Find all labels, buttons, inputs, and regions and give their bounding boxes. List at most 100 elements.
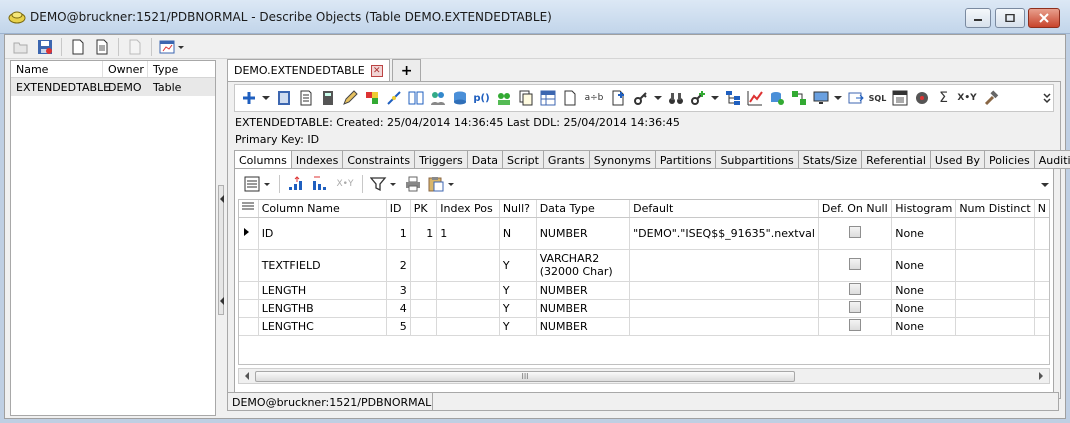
cell-n[interactable]: [1034, 281, 1049, 300]
tab-columns[interactable]: Columns: [234, 150, 292, 170]
cell-index-pos[interactable]: 1: [436, 217, 500, 250]
cell-index-pos[interactable]: [436, 299, 500, 318]
cell-default[interactable]: [629, 299, 819, 318]
cell-histogram[interactable]: None: [891, 217, 957, 250]
cell-n[interactable]: [1034, 317, 1049, 336]
cell-default[interactable]: [629, 249, 819, 282]
cell-id[interactable]: 2: [386, 249, 411, 282]
tab-indexes[interactable]: Indexes: [291, 150, 344, 169]
cell-def-on-null[interactable]: [818, 299, 893, 318]
copy-button[interactable]: [516, 89, 535, 108]
cell-id[interactable]: 5: [386, 317, 411, 336]
cell-null[interactable]: N: [499, 217, 537, 250]
column-header-def-on-null[interactable]: Def. On Null: [818, 200, 893, 218]
cell-histogram[interactable]: None: [891, 281, 957, 300]
tree-button[interactable]: [723, 89, 742, 108]
cell-id[interactable]: 1: [386, 217, 411, 250]
chart-button[interactable]: [745, 89, 764, 108]
schema-button[interactable]: [789, 89, 808, 108]
tab-subpartitions[interactable]: Subpartitions: [716, 150, 799, 169]
key-button[interactable]: [631, 89, 650, 108]
tab-script[interactable]: Script: [503, 150, 544, 169]
script-button[interactable]: [296, 89, 315, 108]
group-button[interactable]: [494, 89, 513, 108]
hammer-button[interactable]: [981, 89, 1000, 108]
cell-pk[interactable]: [410, 299, 438, 318]
cell-pk[interactable]: [410, 249, 438, 282]
maximize-button[interactable]: [995, 8, 1025, 28]
cell-default[interactable]: [629, 281, 819, 300]
close-tab-icon[interactable]: ✕: [370, 64, 383, 77]
db-link-button[interactable]: [767, 89, 786, 108]
cell-num-distinct[interactable]: [955, 317, 1035, 336]
cell-pk[interactable]: [410, 317, 438, 336]
panel-splitter[interactable]: [217, 60, 225, 416]
cell-def-on-null[interactable]: [818, 249, 893, 282]
table-row[interactable]: LENGTHB 4 Y NUMBER None: [239, 299, 1049, 318]
cell-column-name[interactable]: LENGTHC: [258, 317, 387, 336]
tools-button[interactable]: [362, 89, 381, 108]
def-on-null-checkbox[interactable]: [849, 300, 862, 313]
grid-options-button[interactable]: [243, 174, 273, 194]
horizontal-scrollbar[interactable]: III: [238, 368, 1050, 384]
table-row[interactable]: TEXTFIELD 2 Y VARCHAR2 (32000 Char) None: [239, 249, 1049, 282]
cell-n[interactable]: [1034, 299, 1049, 318]
tab-constraints[interactable]: Constraints: [343, 150, 416, 169]
window-button[interactable]: [890, 89, 909, 108]
cell-index-pos[interactable]: [436, 249, 500, 282]
cell-id[interactable]: 4: [386, 299, 411, 318]
cell-def-on-null[interactable]: [818, 281, 893, 300]
table-row[interactable]: LENGTHC 5 Y NUMBER None: [239, 317, 1049, 336]
new-document-button[interactable]: [68, 37, 88, 57]
cell-num-distinct[interactable]: [955, 281, 1035, 300]
cell-data-type[interactable]: NUMBER: [536, 317, 631, 336]
link-button[interactable]: [384, 89, 403, 108]
cell-num-distinct[interactable]: [955, 249, 1035, 282]
cell-null[interactable]: Y: [499, 281, 537, 300]
def-on-null-checkbox[interactable]: [849, 257, 862, 270]
column-header-num-distinct[interactable]: Num Distinct: [955, 200, 1035, 218]
cell-n[interactable]: [1034, 217, 1049, 250]
grid-corner[interactable]: [239, 200, 259, 218]
column-header-name[interactable]: Name: [11, 61, 103, 77]
tab-auditing[interactable]: Auditing: [1034, 150, 1070, 169]
export-grid-button[interactable]: [427, 174, 457, 194]
cell-histogram[interactable]: None: [891, 317, 957, 336]
sort-descending-button[interactable]: [310, 174, 330, 194]
column-header-column-name[interactable]: Column Name: [258, 200, 387, 218]
add-button[interactable]: [239, 89, 258, 108]
cell-column-name[interactable]: ID: [258, 217, 387, 250]
sum-button[interactable]: Σ: [934, 89, 953, 108]
cell-column-name[interactable]: TEXTFIELD: [258, 249, 387, 282]
column-header-index-pos[interactable]: Index Pos: [436, 200, 500, 218]
tab-triggers[interactable]: Triggers: [415, 150, 468, 169]
procedure-button[interactable]: p(): [472, 89, 491, 108]
column-header-id[interactable]: ID: [386, 200, 411, 218]
cell-histogram[interactable]: None: [891, 249, 957, 282]
cell-null[interactable]: Y: [499, 249, 537, 282]
row-indicator[interactable]: [239, 281, 259, 300]
cell-n[interactable]: [1034, 249, 1049, 282]
cell-pk[interactable]: [410, 281, 438, 300]
cell-data-type[interactable]: NUMBER: [536, 299, 631, 318]
key-add-dropdown[interactable]: [710, 89, 720, 108]
xy-disabled-button[interactable]: X•Y: [334, 174, 356, 194]
print-grid-button[interactable]: [403, 174, 423, 194]
column-header-data-type[interactable]: Data Type: [536, 200, 631, 218]
edit-button[interactable]: [340, 89, 359, 108]
tab-extendedtable[interactable]: DEMO.EXTENDEDTABLE ✕: [227, 59, 390, 81]
new-tab-button[interactable]: +: [391, 59, 422, 81]
row-indicator[interactable]: [239, 217, 259, 250]
scroll-left-icon[interactable]: [242, 370, 252, 382]
minimize-button[interactable]: [965, 8, 991, 28]
tab-referential[interactable]: Referential: [862, 150, 931, 169]
cell-def-on-null[interactable]: [818, 317, 893, 336]
sort-ascending-button[interactable]: [286, 174, 306, 194]
scrollbar-thumb[interactable]: III: [255, 371, 795, 382]
column-header-pk[interactable]: PK: [410, 200, 438, 218]
tab-partitions[interactable]: Partitions: [655, 150, 717, 169]
sort-button[interactable]: a÷b: [582, 89, 606, 108]
binoculars-button[interactable]: [666, 89, 685, 108]
column-header-n[interactable]: N: [1034, 200, 1049, 218]
object-list-row[interactable]: EXTENDEDTABLE DEMO Table: [11, 78, 215, 96]
